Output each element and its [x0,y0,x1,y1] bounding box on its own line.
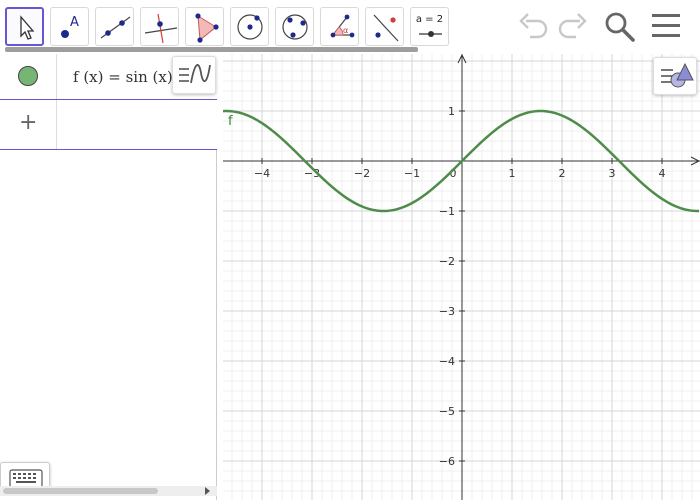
angle-tool-button[interactable]: α [320,7,359,46]
search-button[interactable] [601,8,637,44]
x-tick-label: 3 [609,167,616,180]
polygon-tool-button[interactable] [185,7,224,46]
line-icon [100,16,131,39]
algebra-input-row[interactable]: + [0,100,217,150]
tick-labels: −4 −3 −2 −1 0 1 2 3 41−1−2−3−4−5−6 [254,105,666,468]
undo-icon [519,13,548,39]
x-tick-label: 2 [559,167,566,180]
x-tick-label: −1 [404,167,420,180]
y-tick-label: 1 [448,105,455,118]
point-tool-button[interactable]: A [50,7,89,46]
graph-canvas[interactable]: −4 −3 −2 −1 0 1 2 3 41−1−2−3−4−5−6 f [223,54,700,500]
visibility-marble-icon[interactable] [18,66,38,86]
move-tool-button[interactable] [5,7,44,46]
slider-tool-button[interactable]: a = 2 [410,7,449,46]
x-tick-label: 1 [509,167,516,180]
scrollbar-thumb[interactable] [3,488,158,494]
y-tick-label: −2 [439,255,455,268]
circle-three-points-tool-button[interactable] [275,7,314,46]
redo-button[interactable] [554,8,590,44]
menu-icon [652,14,680,37]
function-label[interactable]: f [228,114,233,129]
point-tool-label: A [70,15,79,30]
redo-icon [558,13,587,39]
reflect-tool-button[interactable] [365,7,404,46]
slider-icon [419,31,442,37]
visibility-toggle-cell [0,54,57,99]
algebra-view: f (x) = sin (x) + [0,54,217,500]
circle-center-icon [237,14,263,40]
x-tick-label: −2 [354,167,370,180]
point-icon: A [61,15,79,38]
algebra-formula[interactable]: f (x) = sin (x) [73,68,173,86]
algebra-horizontal-scrollbar[interactable] [0,486,217,496]
graphics-view[interactable]: −4 −3 −2 −1 0 1 2 3 4 1 −1 −2 −3 −4 −5 −6 f [223,54,700,500]
x-tick-label: −4 [254,167,270,180]
angle-icon: α [330,14,355,38]
perpendicular-line-icon [144,13,178,44]
y-tick-label: −4 [439,355,455,368]
reflect-about-line-icon [373,14,399,42]
polygon-icon [195,13,219,43]
perpendicular-line-tool-button[interactable] [140,7,179,46]
algebra-style-bar-button[interactable] [172,56,216,94]
style-bar-icon [179,64,211,84]
circle-three-points-icon [282,14,308,40]
y-tick-label: −3 [439,305,455,318]
y-tick-label: −5 [439,405,455,418]
y-tick-label: −1 [439,205,455,218]
svg-text:α: α [343,26,348,35]
input-icon-cell: + [0,100,57,149]
x-tick-label: 4 [659,167,666,180]
line-tool-button[interactable] [95,7,134,46]
toolbar: A α a = 2 [0,0,700,54]
circle-center-point-tool-button[interactable] [230,7,269,46]
plus-icon: + [19,110,38,135]
scroll-right-arrow-icon[interactable] [205,487,210,495]
cursor-arrow-icon [20,15,35,40]
search-icon [605,12,635,42]
main-menu-button[interactable] [648,8,684,44]
graphics-style-bar-icon [661,62,694,88]
y-tick-label: −6 [439,455,455,468]
graphics-style-bar-button[interactable] [653,57,697,95]
undo-button[interactable] [516,8,552,44]
toolbar-scrollbar[interactable] [5,47,418,52]
